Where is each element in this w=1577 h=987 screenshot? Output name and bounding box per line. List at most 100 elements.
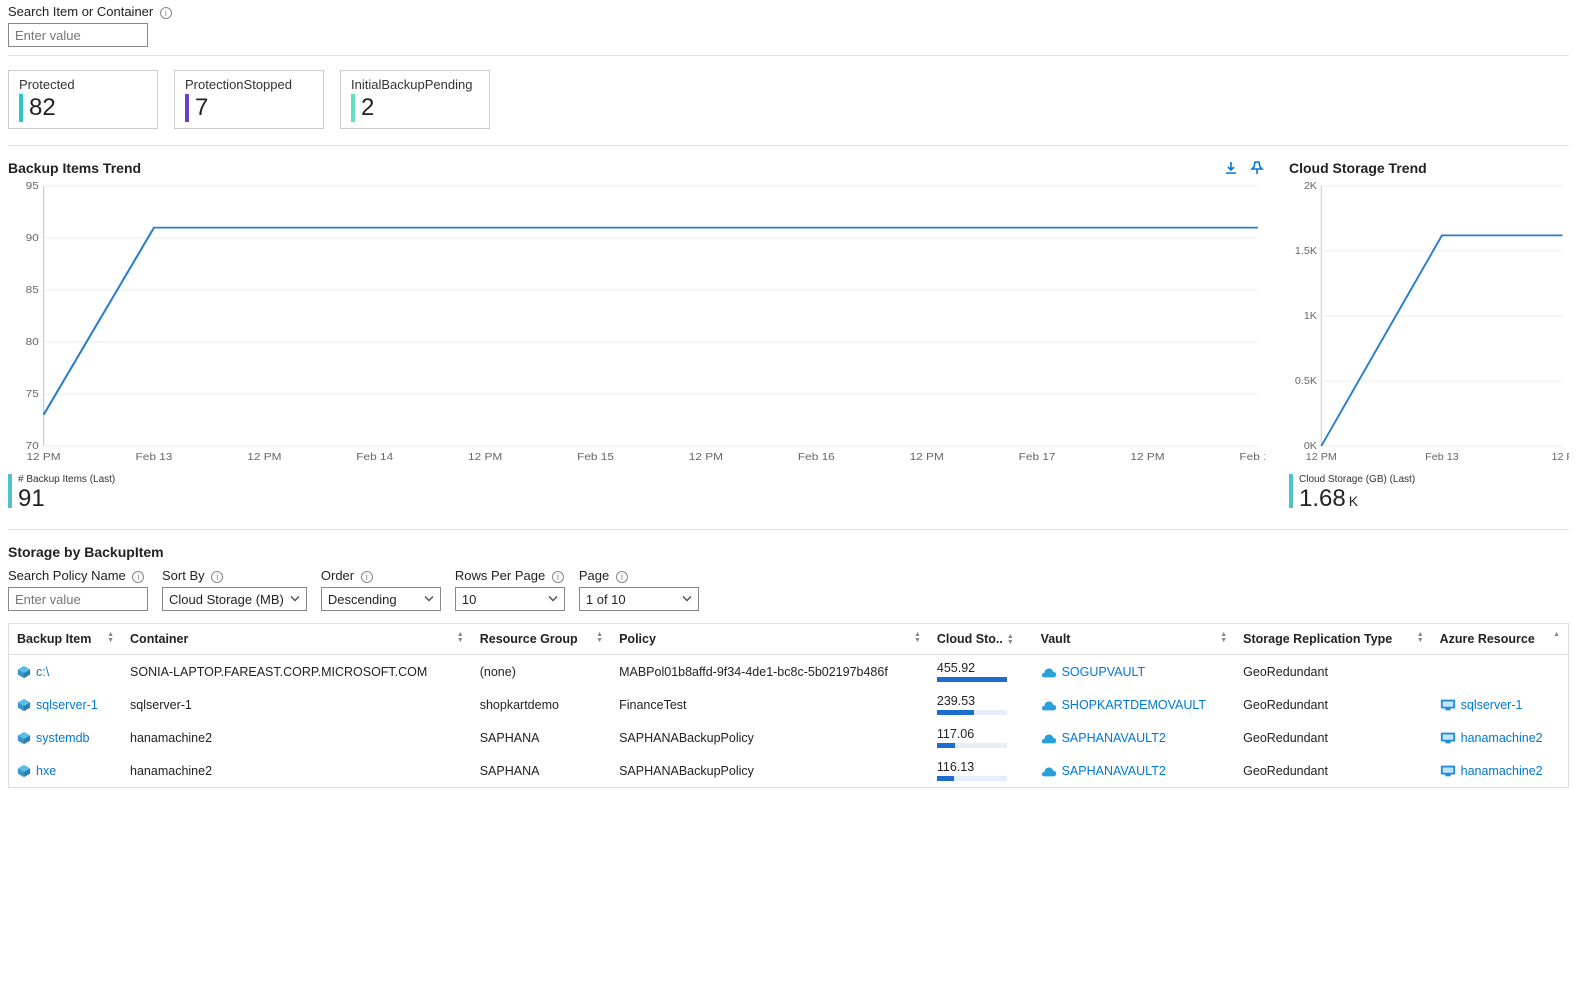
search-input[interactable] bbox=[8, 23, 148, 47]
svg-text:Feb 13: Feb 13 bbox=[136, 452, 173, 463]
backup-item-link[interactable]: hxe bbox=[17, 764, 114, 778]
cell-policy: SAPHANABackupPolicy bbox=[611, 754, 929, 787]
tile-value: 2 bbox=[361, 94, 374, 122]
sortby-select[interactable]: Cloud Storage (MB) bbox=[162, 587, 307, 611]
svg-text:12 PM: 12 PM bbox=[26, 452, 60, 463]
cell-cloud-storage: 455.92 bbox=[937, 661, 1025, 682]
chart1-footer-label: # Backup Items (Last) bbox=[18, 474, 115, 485]
col-backup-item[interactable]: Backup Item▲▼ bbox=[9, 624, 122, 655]
cell-policy: FinanceTest bbox=[611, 688, 929, 721]
chart2-footer-label: Cloud Storage (GB) (Last) bbox=[1299, 474, 1415, 485]
cell-replication: GeoRedundant bbox=[1235, 655, 1431, 689]
info-icon: i bbox=[160, 7, 172, 19]
svg-text:2K: 2K bbox=[1304, 181, 1317, 192]
table-row: hxe hanamachine2 SAPHANA SAPHANABackupPo… bbox=[9, 754, 1568, 787]
table-row: c:\ SONIA-LAPTOP.FAREAST.CORP.MICROSOFT.… bbox=[9, 655, 1568, 689]
policy-search-label: Search Policy Name i bbox=[8, 568, 148, 583]
info-icon: i bbox=[616, 571, 628, 583]
cell-resource-group: SAPHANA bbox=[472, 754, 611, 787]
sortby-label: Sort By i bbox=[162, 568, 307, 583]
backup-item-link[interactable]: sqlserver-1 bbox=[17, 698, 114, 712]
cell-cloud-storage: 239.53 bbox=[937, 694, 1025, 715]
svg-text:Feb 16: Feb 16 bbox=[798, 452, 835, 463]
svg-text:85: 85 bbox=[26, 285, 39, 296]
policy-search-input[interactable] bbox=[8, 587, 148, 611]
svg-text:12 PM: 12 PM bbox=[468, 452, 502, 463]
storage-title: Storage by BackupItem bbox=[8, 544, 1569, 560]
pin-icon[interactable] bbox=[1249, 160, 1265, 176]
azure-resource-link[interactable]: hanamachine2 bbox=[1440, 731, 1560, 745]
cell-resource-group: SAPHANA bbox=[472, 721, 611, 754]
cell-resource-group: shopkartdemo bbox=[472, 688, 611, 721]
tile-value: 82 bbox=[29, 94, 56, 122]
svg-text:1K: 1K bbox=[1304, 311, 1317, 322]
chart2: 0K 0.5K 1K 1.5K 2K 12 PM Feb 13 12 P bbox=[1289, 180, 1569, 470]
svg-text:Feb 13: Feb 13 bbox=[1425, 452, 1459, 463]
cell-policy: MABPol01b8affd-9f34-4de1-bc8c-5b02197b48… bbox=[611, 655, 929, 689]
cell-container: SONIA-LAPTOP.FAREAST.CORP.MICROSOFT.COM bbox=[122, 655, 472, 689]
col-azure-resource[interactable]: Azure Resource▲ bbox=[1432, 624, 1568, 655]
col-resource-group[interactable]: Resource Group▲▼ bbox=[472, 624, 611, 655]
search-label: Search Item or Container bbox=[8, 4, 153, 19]
rows-label: Rows Per Page i bbox=[455, 568, 565, 583]
cell-cloud-storage: 116.13 bbox=[937, 760, 1025, 781]
vault-link[interactable]: SHOPKARTDEMOVAULT bbox=[1041, 698, 1228, 712]
svg-text:12 PM: 12 PM bbox=[247, 452, 281, 463]
status-tile[interactable]: InitialBackupPending 2 bbox=[340, 70, 490, 129]
svg-text:12 PM: 12 PM bbox=[910, 452, 944, 463]
svg-text:0K: 0K bbox=[1304, 441, 1317, 452]
backup-item-link[interactable]: systemdb bbox=[17, 731, 114, 745]
tile-value: 7 bbox=[195, 94, 208, 122]
svg-text:70: 70 bbox=[26, 441, 39, 452]
order-select[interactable]: Descending bbox=[321, 587, 441, 611]
cell-container: hanamachine2 bbox=[122, 721, 472, 754]
page-label: Page i bbox=[579, 568, 699, 583]
download-icon[interactable] bbox=[1223, 160, 1239, 176]
azure-resource-link[interactable]: hanamachine2 bbox=[1440, 764, 1560, 778]
col-container[interactable]: Container▲▼ bbox=[122, 624, 472, 655]
rows-select[interactable]: 10 bbox=[455, 587, 565, 611]
chart1: 70758085909512 PMFeb 1312 PMFeb 1412 PMF… bbox=[8, 180, 1265, 470]
svg-text:1.5K: 1.5K bbox=[1295, 246, 1317, 257]
svg-text:12 P: 12 P bbox=[1551, 452, 1569, 463]
info-icon: i bbox=[552, 571, 564, 583]
tile-label: Protected bbox=[19, 77, 147, 92]
svg-text:Feb 14: Feb 14 bbox=[356, 452, 393, 463]
svg-text:12 PM: 12 PM bbox=[1130, 452, 1164, 463]
col-vault[interactable]: Vault▲▼ bbox=[1033, 624, 1236, 655]
col-policy[interactable]: Policy▲▼ bbox=[611, 624, 929, 655]
tile-label: InitialBackupPending bbox=[351, 77, 479, 92]
table-row: sqlserver-1 sqlserver-1 shopkartdemo Fin… bbox=[9, 688, 1568, 721]
svg-text:Feb 15: Feb 15 bbox=[577, 452, 614, 463]
cell-replication: GeoRedundant bbox=[1235, 721, 1431, 754]
chart1-footer-value: 91 bbox=[18, 485, 115, 513]
svg-text:12 PM: 12 PM bbox=[689, 452, 723, 463]
vault-link[interactable]: SAPHANAVAULT2 bbox=[1041, 764, 1228, 778]
cell-replication: GeoRedundant bbox=[1235, 688, 1431, 721]
svg-text:95: 95 bbox=[26, 181, 39, 192]
chart1-title: Backup Items Trend bbox=[8, 160, 141, 176]
vault-link[interactable]: SOGUPVAULT bbox=[1041, 665, 1228, 679]
azure-resource-link[interactable]: sqlserver-1 bbox=[1440, 698, 1560, 712]
col-cloud-storage[interactable]: Cloud Sto..▲▼ bbox=[929, 624, 1033, 655]
svg-text:80: 80 bbox=[26, 337, 39, 348]
info-icon: i bbox=[361, 571, 373, 583]
info-icon: i bbox=[132, 571, 144, 583]
cell-cloud-storage: 117.06 bbox=[937, 727, 1025, 748]
svg-text:12 PM: 12 PM bbox=[1306, 452, 1337, 463]
chart2-footer-value: 1.68K bbox=[1299, 485, 1415, 513]
svg-text:Feb 17: Feb 17 bbox=[1019, 452, 1056, 463]
cell-resource-group: (none) bbox=[472, 655, 611, 689]
vault-link[interactable]: SAPHANAVAULT2 bbox=[1041, 731, 1228, 745]
svg-text:75: 75 bbox=[26, 389, 39, 400]
col-replication[interactable]: Storage Replication Type▲▼ bbox=[1235, 624, 1431, 655]
order-label: Order i bbox=[321, 568, 441, 583]
backup-item-link[interactable]: c:\ bbox=[17, 665, 114, 679]
status-tile[interactable]: ProtectionStopped 7 bbox=[174, 70, 324, 129]
page-select[interactable]: 1 of 10 bbox=[579, 587, 699, 611]
cell-replication: GeoRedundant bbox=[1235, 754, 1431, 787]
status-tile[interactable]: Protected 82 bbox=[8, 70, 158, 129]
cell-container: sqlserver-1 bbox=[122, 688, 472, 721]
svg-text:0.5K: 0.5K bbox=[1295, 376, 1317, 387]
svg-text:Feb 18: Feb 18 bbox=[1239, 452, 1265, 463]
